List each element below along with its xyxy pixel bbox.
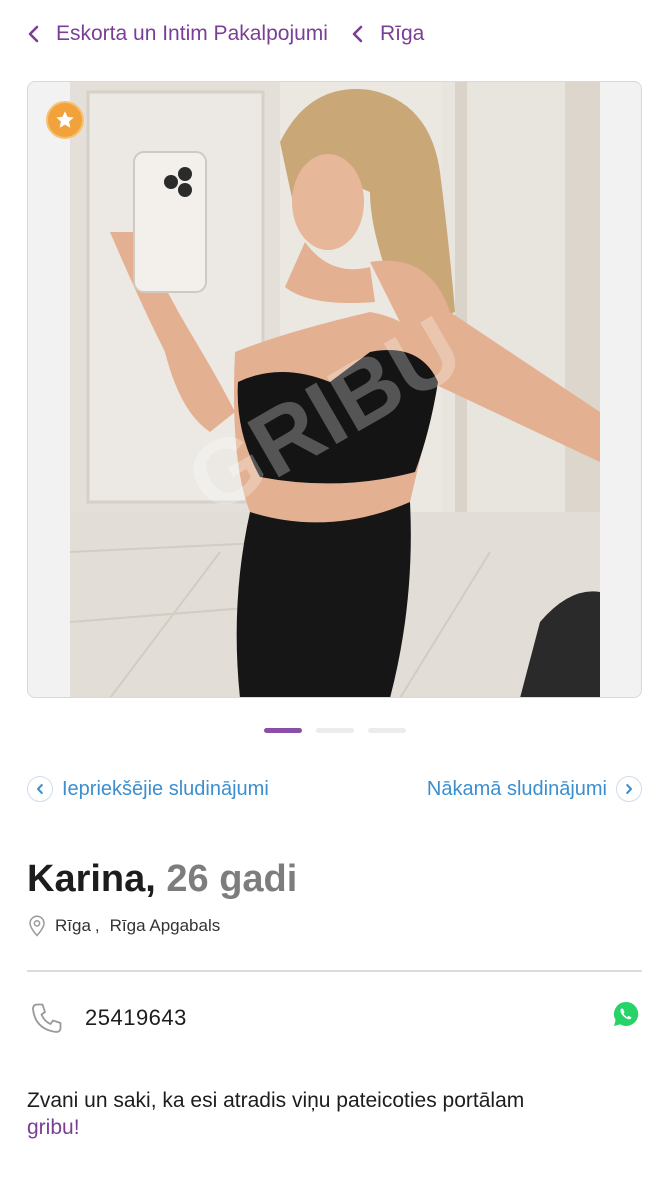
chevron-left-icon [346,22,370,46]
divider [27,970,642,972]
chevron-right-circle-icon [616,776,642,802]
breadcrumb: Eskorta un Intim Pakalpojumi Rīga [22,18,649,50]
profile-name: Karina, [27,858,156,900]
phone-number[interactable]: 25419643 [85,1005,187,1031]
pagination-dot[interactable] [367,728,406,733]
profile-photo[interactable]: GRIBU [70,82,600,697]
breadcrumb-item-city[interactable]: Rīga [346,22,424,46]
location-separator: , [94,916,100,935]
previous-listings-label: Iepriekšējie sludinājumi [62,777,269,800]
pagination-dot[interactable] [315,728,354,733]
breadcrumb-label: Eskorta un Intim Pakalpojumi [56,22,328,45]
brand-link[interactable]: gribu! [27,1116,80,1139]
listing-pager: Iepriekšējie sludinājumi Nākamā sludināj… [27,773,642,805]
previous-listings-link[interactable]: Iepriekšējie sludinājumi [27,776,269,802]
star-icon [46,101,84,139]
photo-gallery[interactable]: GRIBU [27,81,642,698]
breadcrumb-item-category[interactable]: Eskorta un Intim Pakalpojumi [22,22,328,46]
profile-title: Karina, 26 gadi [27,858,297,901]
chevron-left-circle-icon [27,776,53,802]
phone-row: 25419643 [27,995,642,1041]
next-listings-link[interactable]: Nākamā sludinājumi [427,776,642,802]
location-region[interactable]: Rīga Apgabals [110,916,221,936]
pagination-dot-active[interactable] [263,728,302,733]
location-pin-icon [29,915,45,937]
next-listings-label: Nākamā sludinājumi [426,777,607,800]
profile-location: Rīga , Rīga Apgabals [27,915,220,937]
call-to-action: Zvani un saki, ka esi atradis viņu patei… [27,1087,649,1141]
chevron-left-icon [22,22,46,46]
phone-icon[interactable] [27,998,67,1038]
location-city[interactable]: Rīga [55,916,91,936]
whatsapp-icon[interactable] [612,1000,640,1028]
cta-text: Zvani un saki, ka esi atradis viņu patei… [27,1089,525,1112]
gallery-pagination [0,728,669,733]
profile-age: 26 gadi [166,858,298,900]
breadcrumb-label: Rīga [379,22,425,45]
